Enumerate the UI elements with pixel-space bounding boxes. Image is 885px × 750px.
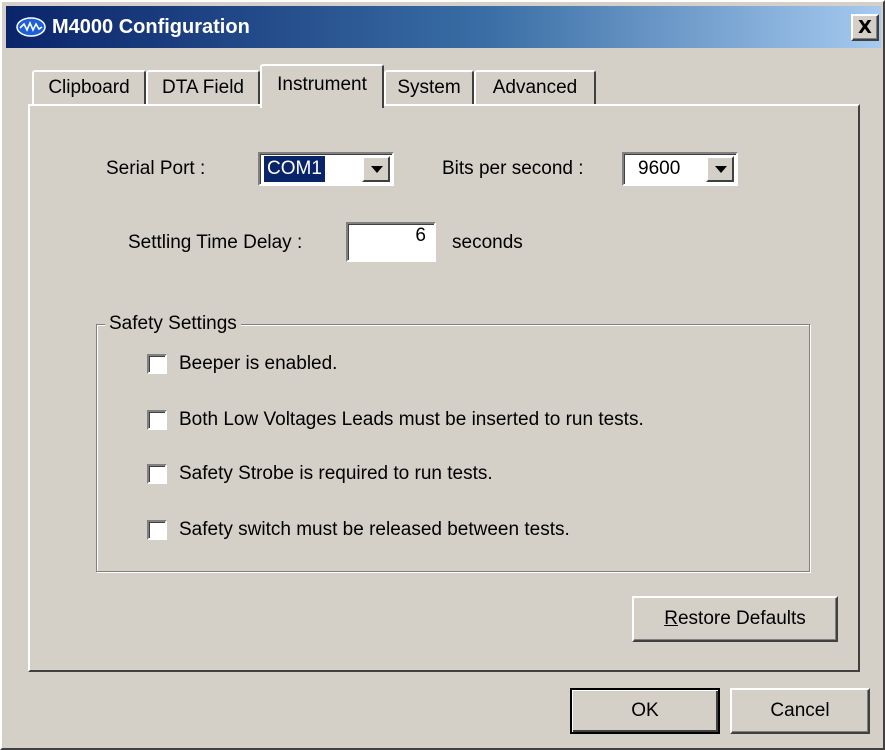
beeper-label: Beeper is enabled. [179, 353, 338, 374]
serial-port-dropdown[interactable]: COM1 [258, 152, 394, 186]
settling-time-unit: seconds [452, 232, 523, 253]
window-title: M4000 Configuration [52, 16, 250, 38]
cancel-button[interactable]: Cancel [730, 688, 870, 734]
restore-defaults-button[interactable]: Restore Defaults [632, 596, 838, 642]
settling-time-label: Settling Time Delay : [128, 232, 303, 253]
tab-advanced[interactable]: Advanced [474, 70, 596, 106]
title-bar[interactable]: M4000 Configuration X [6, 6, 881, 48]
tab-dta-field[interactable]: DTA Field [146, 70, 260, 106]
low-voltage-leads-checkbox[interactable] [147, 410, 167, 430]
config-dialog: M4000 Configuration X Clipboard DTA Fiel… [0, 0, 885, 750]
bits-per-second-dropdown-button[interactable] [706, 156, 734, 182]
waveform-icon [16, 17, 46, 37]
close-button[interactable]: X [851, 14, 879, 41]
ok-button[interactable]: OK [570, 688, 720, 734]
serial-port-dropdown-button[interactable] [362, 156, 390, 182]
chevron-down-icon [715, 166, 727, 173]
safety-strobe-label: Safety Strobe is required to run tests. [179, 463, 493, 484]
close-icon: X [858, 16, 872, 38]
tab-instrument[interactable]: Instrument [260, 64, 384, 108]
safety-settings-group: Safety Settings Beeper is enabled. Both … [96, 312, 810, 572]
restore-defaults-mnemonic: R [664, 608, 678, 629]
low-voltage-leads-label: Both Low Voltages Leads must be inserted… [179, 409, 644, 430]
safety-settings-title: Safety Settings [105, 312, 241, 336]
tab-system[interactable]: System [384, 70, 474, 106]
beeper-checkbox[interactable] [147, 354, 167, 374]
serial-port-label: Serial Port : [106, 158, 206, 179]
chevron-down-icon [371, 166, 383, 173]
settling-time-input[interactable] [346, 222, 436, 262]
bits-per-second-label: Bits per second : [442, 158, 584, 179]
tab-clipboard[interactable]: Clipboard [32, 70, 146, 106]
bits-per-second-dropdown[interactable]: 9600 [622, 152, 738, 186]
serial-port-value: COM1 [263, 155, 326, 183]
bits-per-second-value: 9600 [638, 158, 681, 179]
safety-strobe-checkbox[interactable] [147, 464, 167, 484]
instrument-tab-panel: Serial Port : COM1 Bits per second : 960… [28, 104, 860, 672]
safety-switch-checkbox[interactable] [147, 520, 167, 540]
restore-defaults-label: estore Defaults [677, 608, 806, 629]
safety-switch-label: Safety switch must be released between t… [179, 519, 570, 540]
